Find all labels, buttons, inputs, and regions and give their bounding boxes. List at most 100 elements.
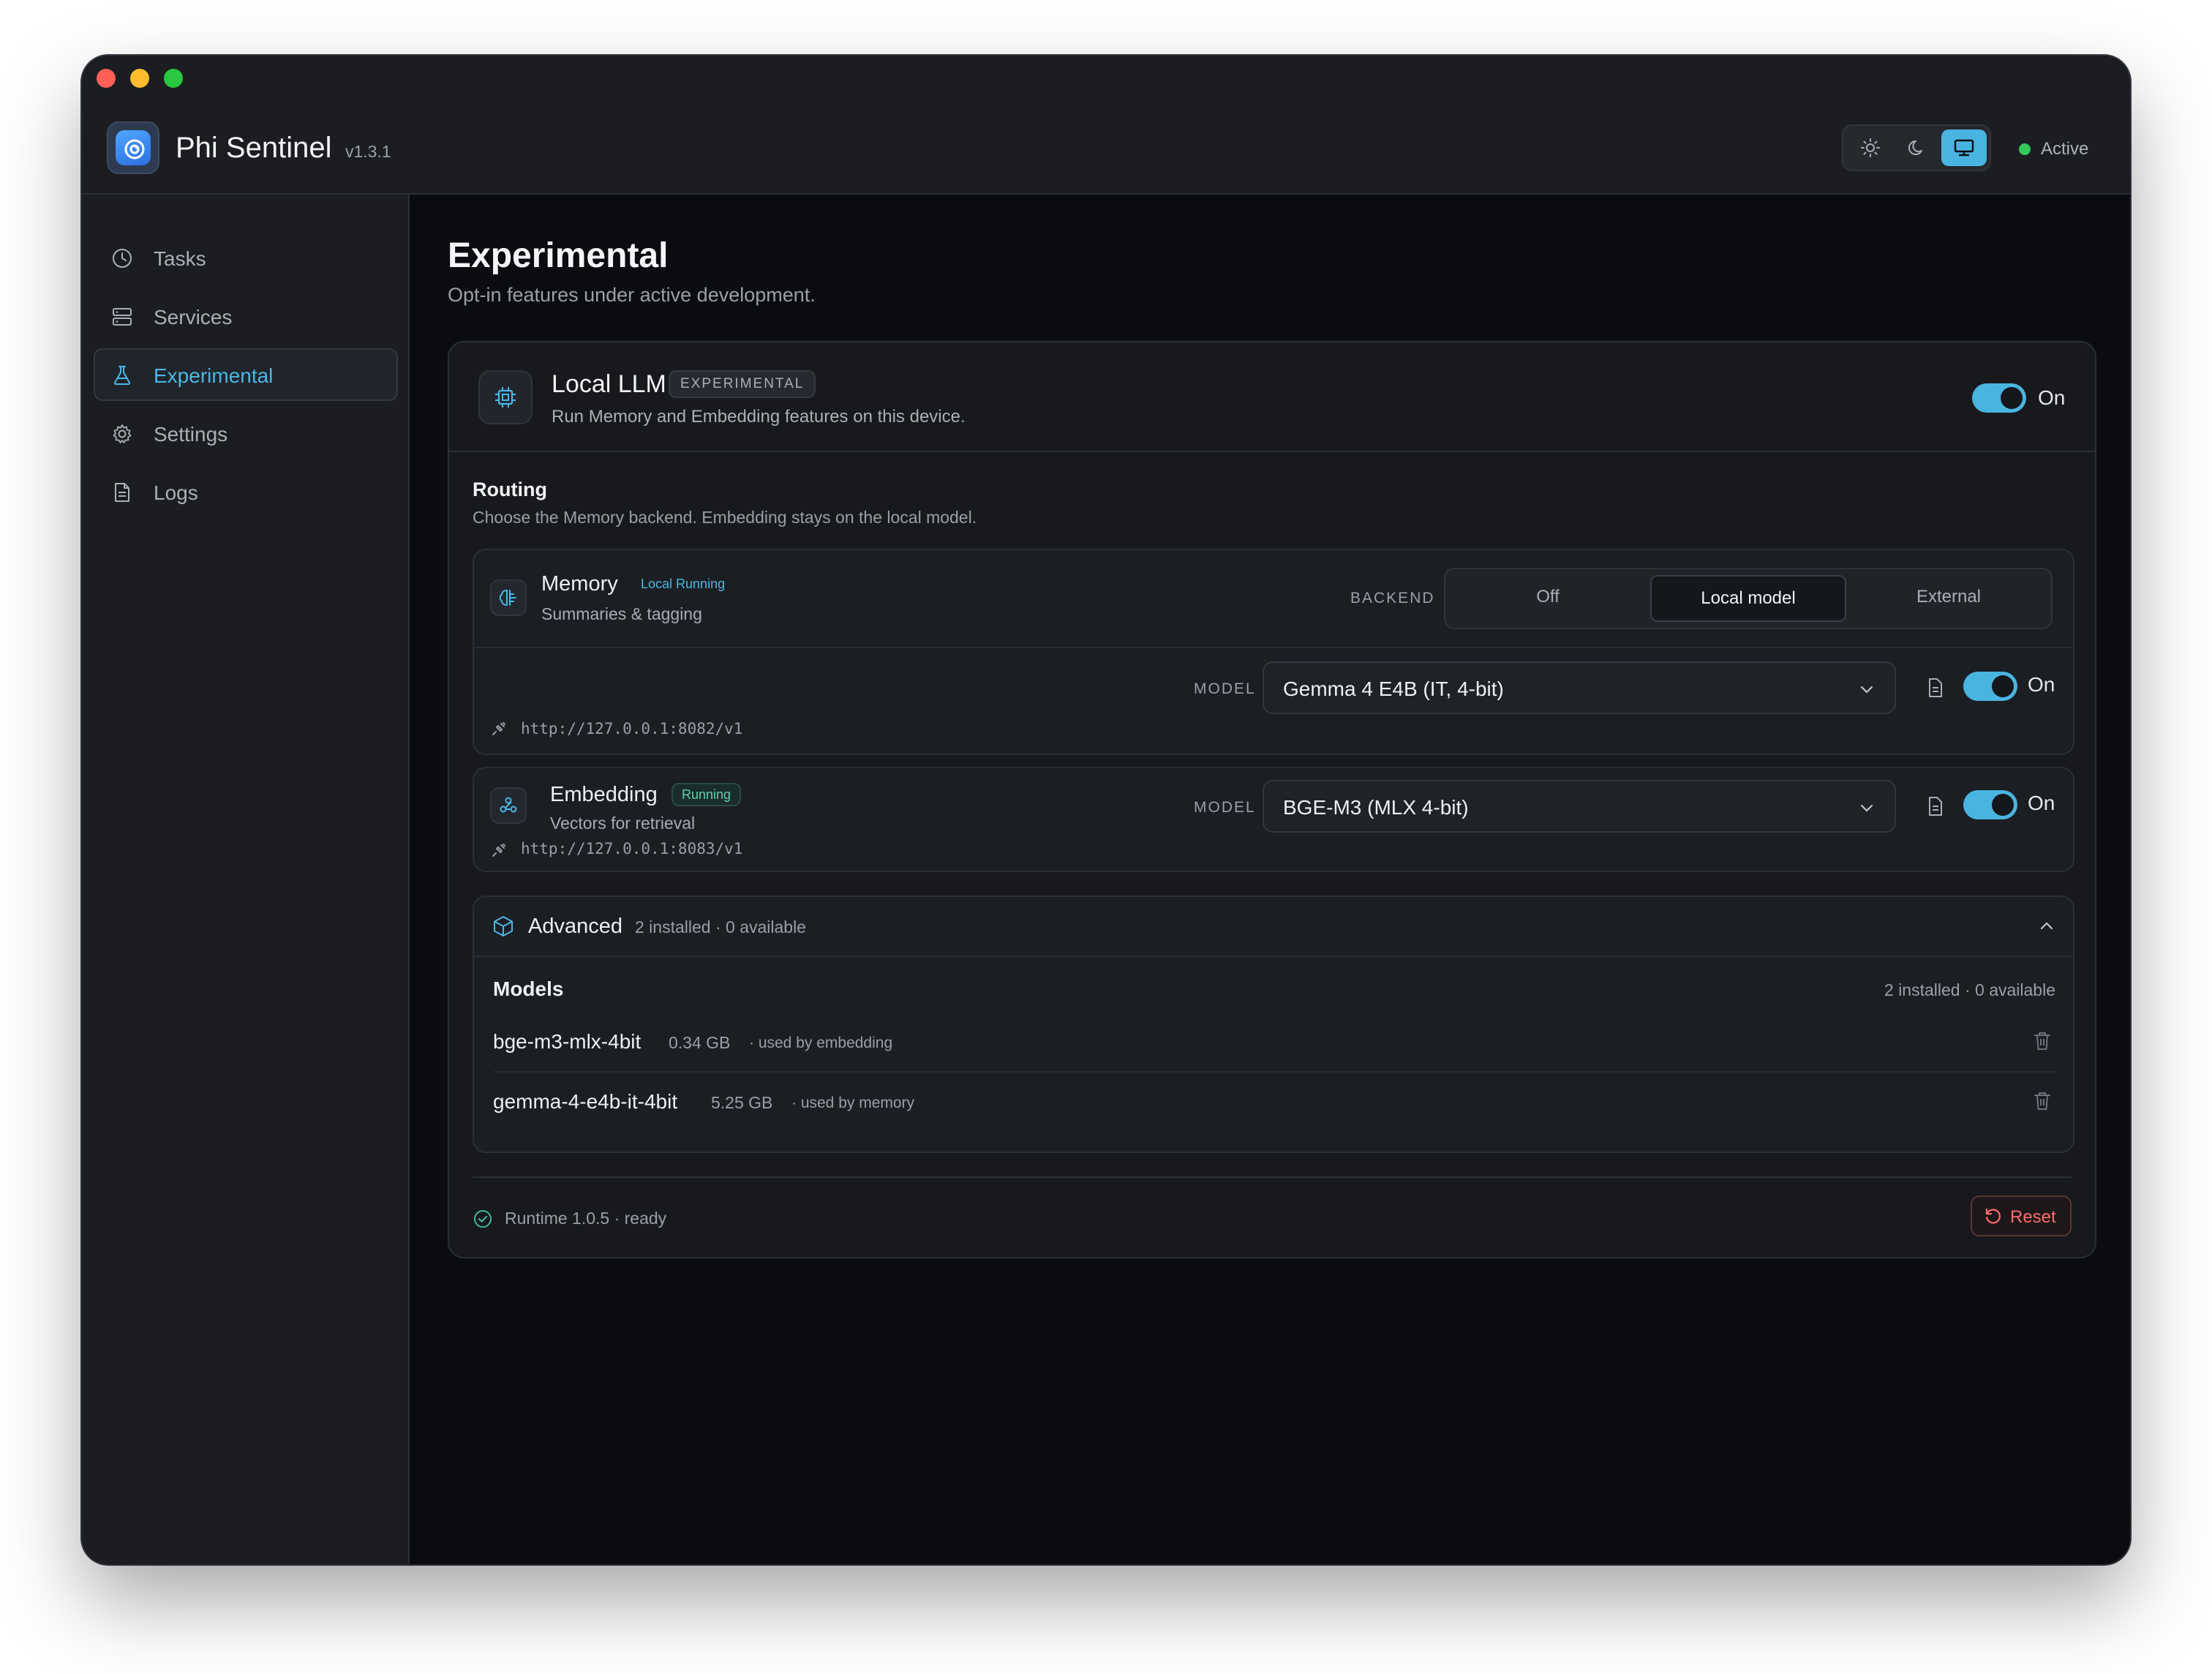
document-icon: [1929, 678, 1942, 697]
experimental-badge: EXPERIMENTAL: [669, 370, 816, 398]
reset-icon: [1985, 1208, 2001, 1224]
app-logo: [107, 121, 159, 174]
advanced-panel: Advanced 2 installed · 0 available Model…: [473, 896, 2074, 1153]
memory-model-value: Gemma 4 E4B (IT, 4-bit): [1283, 678, 1504, 700]
document-icon: [1929, 797, 1942, 816]
embedding-endpoint-url: http://127.0.0.1:8083/v1: [521, 840, 743, 857]
sidebar-item-label: Logs: [154, 481, 198, 504]
close-window-button[interactable]: [97, 69, 116, 88]
sidebar: Tasks Services Experimental Settings Log…: [82, 195, 410, 1564]
embedding-model-select[interactable]: BGE-M3 (MLX 4-bit): [1263, 780, 1896, 833]
sidebar-item-label: Tasks: [154, 247, 206, 270]
runtime-status: Runtime 1.0.5 · ready: [505, 1209, 667, 1228]
embedding-model-info-button[interactable]: [1921, 792, 1950, 821]
sidebar-item-settings[interactable]: Settings: [94, 407, 398, 459]
embedding-status-badge: Running: [672, 783, 742, 806]
reset-label: Reset: [2010, 1207, 2056, 1227]
theme-system-button[interactable]: [1941, 130, 1987, 166]
memory-endpoint-url: http://127.0.0.1:8082/v1: [521, 720, 743, 737]
embedding-model-value: BGE-M3 (MLX 4-bit): [1283, 796, 1469, 819]
memory-model-select[interactable]: Gemma 4 E4B (IT, 4-bit): [1263, 661, 1896, 714]
sidebar-item-experimental[interactable]: Experimental: [94, 348, 398, 401]
sidebar-item-logs[interactable]: Logs: [94, 465, 398, 518]
backend-option-off[interactable]: Off: [1450, 575, 1646, 622]
clock-icon: [113, 249, 132, 268]
local-llm-description: Run Memory and Embedding features on thi…: [552, 407, 966, 427]
page-title: Experimental: [448, 236, 669, 275]
backend-label: BACKEND: [1350, 590, 1435, 607]
embedding-title: Embedding: [550, 783, 658, 806]
model-size: 0.34 GB: [669, 1033, 731, 1052]
sidebar-item-label: Experimental: [154, 364, 274, 387]
local-llm-header: Local LLM EXPERIMENTAL Run Memory and Em…: [449, 342, 2095, 452]
memory-toggle-label: On: [2028, 673, 2055, 696]
theme-dark-button[interactable]: [1895, 130, 1940, 166]
sidebar-item-label: Settings: [154, 423, 228, 446]
memory-status-badge: Local Running: [641, 577, 726, 591]
sun-icon: [1861, 138, 1880, 157]
app-version: v1.3.1: [345, 142, 391, 161]
advanced-meta: 2 installed · 0 available: [635, 917, 806, 937]
trash-icon[interactable]: [2032, 1090, 2053, 1112]
trash-icon[interactable]: [2032, 1030, 2053, 1052]
minimize-window-button[interactable]: [130, 69, 149, 88]
gear-icon: [113, 424, 132, 443]
model-row: gemma-4-e4b-it-4bit 5.25 GB · used by me…: [493, 1074, 2055, 1133]
window-titlebar: [82, 56, 2130, 101]
memory-title: Memory: [541, 572, 618, 596]
shield-logo-icon: [124, 139, 145, 159]
backend-option-local-model[interactable]: Local model: [1650, 575, 1846, 622]
memory-model-label: MODEL: [1194, 680, 1256, 697]
main-content: Experimental Opt-in features under activ…: [411, 195, 2130, 1564]
embedding-subtitle: Vectors for retrieval: [550, 814, 696, 833]
brain-icon: [490, 579, 527, 616]
local-llm-title: Local LLM: [552, 370, 666, 398]
reset-button[interactable]: Reset: [1971, 1196, 2072, 1236]
sidebar-item-label: Services: [154, 306, 233, 329]
server-icon: [113, 308, 132, 326]
flask-icon: [113, 366, 131, 385]
sidebar-item-tasks[interactable]: Tasks: [94, 231, 398, 284]
cube-icon: [494, 916, 513, 937]
memory-model-info-button[interactable]: [1921, 673, 1950, 702]
backend-option-external[interactable]: External: [1851, 575, 2047, 622]
model-used-by: · used by embedding: [749, 1035, 893, 1051]
model-name: gemma-4-e4b-it-4bit: [493, 1090, 678, 1113]
backend-segmented-control: Off Local model External: [1444, 568, 2053, 629]
routing-description: Choose the Memory backend. Embedding sta…: [473, 508, 977, 527]
embedding-model-label: MODEL: [1194, 799, 1256, 816]
status-dot: [2019, 143, 2031, 155]
model-size: 5.25 GB: [711, 1093, 773, 1112]
local-llm-toggle[interactable]: [1972, 383, 2026, 413]
chevron-up-icon[interactable]: [2038, 917, 2055, 935]
monitor-icon: [1954, 139, 1974, 157]
file-icon: [115, 483, 129, 502]
memory-subtitle: Summaries & tagging: [541, 604, 702, 623]
embedding-panel: Embedding Running Vectors for retrieval …: [473, 767, 2074, 872]
advanced-header[interactable]: Advanced 2 installed · 0 available: [474, 897, 2073, 957]
routing-title: Routing: [473, 478, 547, 500]
zoom-window-button[interactable]: [164, 69, 183, 88]
sidebar-item-services[interactable]: Services: [94, 290, 398, 342]
memory-toggle[interactable]: [1963, 672, 2017, 701]
local-llm-card: Local LLM EXPERIMENTAL Run Memory and Em…: [448, 341, 2096, 1258]
app-window: Phi Sentinel v1.3.1 Active Tasks Service…: [82, 56, 2130, 1564]
models-title: Models: [493, 977, 564, 1000]
page-subtitle: Opt-in features under active development…: [448, 284, 816, 306]
theme-light-button[interactable]: [1848, 130, 1893, 166]
memory-panel: Memory Local Running Summaries & tagging…: [473, 549, 2074, 755]
theme-switcher: [1842, 124, 1991, 171]
moon-icon: [1908, 140, 1922, 155]
status-text: Active: [2041, 139, 2089, 159]
app-name: Phi Sentinel: [176, 132, 332, 164]
chevron-down-icon: [1860, 686, 1873, 694]
embedding-toggle-label: On: [2028, 792, 2055, 814]
app-header: Phi Sentinel v1.3.1 Active: [82, 101, 2130, 195]
model-name: bge-m3-mlx-4bit: [493, 1030, 642, 1053]
models-meta: 2 installed · 0 available: [1884, 980, 2055, 999]
advanced-title: Advanced: [528, 915, 622, 938]
chevron-down-icon: [1860, 804, 1873, 812]
embedding-toggle[interactable]: [1963, 790, 2017, 819]
network-icon: [490, 787, 527, 824]
plug-icon: [492, 722, 505, 735]
